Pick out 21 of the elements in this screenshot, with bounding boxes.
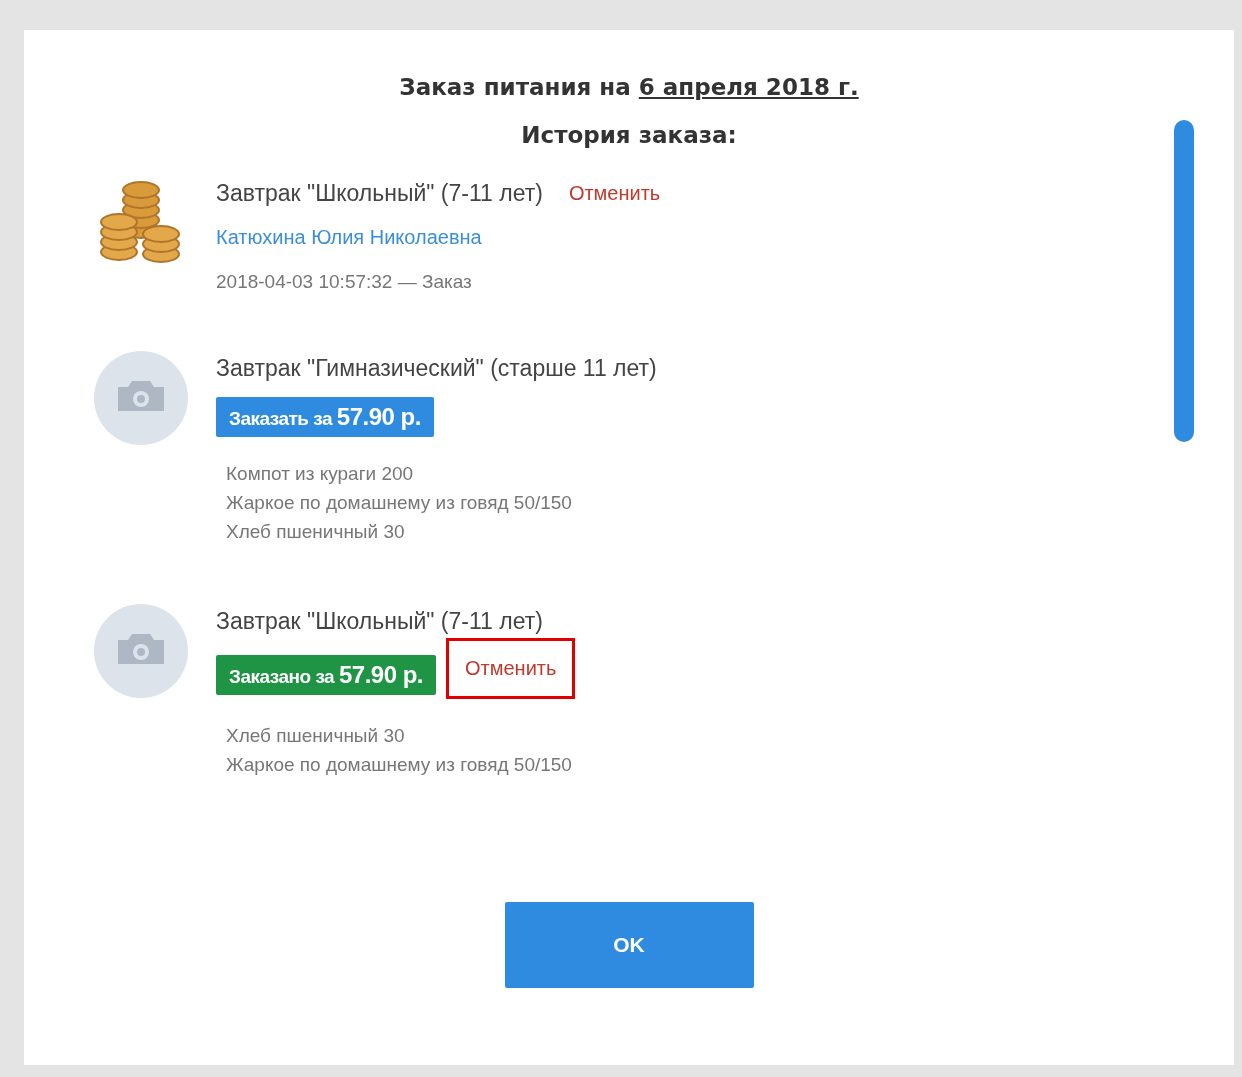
order-button[interactable]: Заказать за 57.90 р. (216, 397, 434, 437)
cancel-link[interactable]: Отменить (568, 181, 661, 205)
meal-name: Завтрак "Гимназический" (старше 11 лет) (216, 354, 657, 383)
dish-item: Компот из кураги 200 (226, 462, 415, 486)
date-link[interactable]: 6 апреля 2018 г. (638, 74, 859, 100)
meal-name: Завтрак "Школьный" (7-11 лет) (216, 607, 543, 636)
dish-item: Хлеб пшеничный 30 (226, 520, 406, 544)
section-heading: История заказа: (521, 122, 737, 148)
meal-name: Завтрак "Школьный" (7-11 лет) (216, 179, 543, 208)
dish-item: Жаркое по домашнему из говяд 50/150 (226, 491, 572, 515)
ok-button[interactable]: OK (504, 902, 754, 988)
ordered-badge[interactable]: Заказано за 57.90 р. (216, 654, 436, 695)
dish-item: Хлеб пшеничный 30 (226, 724, 406, 748)
order-timestamp: 2018-04-03 10:57:32 — Заказ (216, 271, 472, 293)
dish-item: Жаркое по домашнему из говяд 50/150 (226, 753, 572, 777)
cancel-link[interactable]: Отменить (446, 638, 576, 699)
camera-icon (94, 604, 188, 698)
dialog-title: Заказ питания на (399, 74, 631, 100)
scrollbar-thumb[interactable] (1174, 120, 1194, 442)
person-link[interactable]: Катюхина Юлия Николаевна (216, 226, 482, 249)
camera-icon (94, 351, 188, 445)
